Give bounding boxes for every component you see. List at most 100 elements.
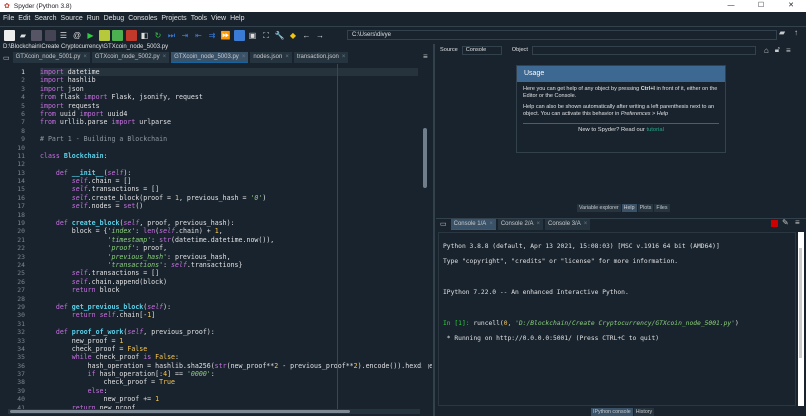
close-tab-icon[interactable]: × [242, 54, 246, 60]
save-all-icon[interactable] [44, 29, 56, 41]
open-file-icon[interactable]: ▰ [18, 30, 29, 41]
tab-history[interactable]: History [633, 408, 655, 416]
preferences-icon[interactable]: 🔧 [274, 30, 285, 41]
line-number: 18 [17, 210, 25, 219]
close-tab-icon[interactable]: × [83, 54, 87, 60]
menu-run[interactable]: Run [87, 15, 100, 22]
close-tab-icon[interactable]: × [163, 54, 167, 60]
minimize-button[interactable]: — [716, 0, 746, 12]
divider [523, 123, 719, 124]
menu-help[interactable]: Help [230, 15, 244, 22]
home-icon[interactable]: ⌂ [764, 46, 769, 55]
clear-console-icon[interactable]: ✎ [782, 218, 789, 227]
line-number: 35 [17, 353, 25, 362]
browse-tabs-icon[interactable]: ▭ [3, 54, 10, 62]
close-tab-icon[interactable]: × [537, 221, 541, 227]
menu-debug[interactable]: Debug [104, 15, 125, 22]
step-into-icon[interactable]: ⇥ [180, 30, 191, 41]
tab-console-3[interactable]: Console 3/A × [545, 218, 591, 230]
python-path-icon[interactable]: ◆ [288, 30, 299, 41]
menu-projects[interactable]: Projects [161, 15, 186, 22]
close-button[interactable]: ✕ [776, 0, 806, 12]
working-directory-input[interactable]: C:\Users\divye [347, 30, 777, 40]
close-tab-icon[interactable]: × [584, 221, 588, 227]
rerun-icon[interactable]: ↻ [153, 30, 164, 41]
close-tab-icon[interactable]: × [342, 54, 346, 60]
line-number: 5 [21, 101, 25, 110]
tutorial-link[interactable]: tutorial [646, 127, 663, 133]
stop-kernel-icon[interactable] [771, 220, 778, 227]
tab-gtxcoin-5002[interactable]: GTXcoin_node_5002.py × [91, 52, 170, 63]
code-editor[interactable]: 1 2 3 4 5 6 7 8 9 10 11 12 13 14 15 16 17 18 19 20 21 22 23 24 2… [0, 64, 432, 409]
tab-gtxcoin-5003[interactable]: GTXcoin_node_5003.py × [171, 52, 249, 63]
browse-folder-icon[interactable]: ▰ [779, 28, 785, 37]
lock-icon[interactable]: 🔓︎ [775, 45, 780, 55]
menu-consoles[interactable]: Consoles [128, 15, 157, 22]
continue-icon[interactable]: ⇉ [207, 30, 218, 41]
back-icon[interactable]: ← [301, 30, 312, 41]
object-input[interactable] [531, 45, 756, 55]
tab-files[interactable]: Files [654, 204, 670, 212]
run-cell-icon[interactable] [98, 29, 110, 41]
tab-ipython-console[interactable]: IPython console [591, 408, 633, 416]
new-file-icon[interactable] [4, 29, 15, 41]
step-icon[interactable]: ⏭ [166, 30, 177, 41]
step-return-icon[interactable]: ⇤ [193, 30, 204, 41]
close-tab-icon[interactable]: × [285, 54, 289, 60]
tab-transaction-json[interactable]: transaction.json × [293, 52, 349, 63]
console-options-icon[interactable]: ≡ [795, 218, 800, 227]
browse-tabs-icon[interactable]: ▭ [440, 220, 447, 228]
debug-icon[interactable]: ◧ [139, 30, 150, 41]
tab-nodes-json[interactable]: nodes.json × [250, 52, 292, 63]
tab-console-1[interactable]: Console 1/A × [450, 218, 496, 230]
console-tabs: ▭ Console 1/A × Console 2/A × Console 3/A × [436, 218, 806, 230]
menu-edit[interactable]: Edit [18, 15, 30, 22]
tab-plots[interactable]: Plots [637, 204, 654, 212]
tab-console-2[interactable]: Console 2/A × [497, 218, 544, 230]
code-content[interactable]: import datetime import hashlib import json… [40, 68, 432, 409]
maximize-button[interactable]: ☐ [746, 0, 776, 12]
menu-search[interactable]: Search [34, 15, 56, 22]
close-tab-icon[interactable]: × [489, 221, 493, 227]
editor-vertical-scroll-thumb[interactable] [423, 128, 427, 188]
fast-forward-icon[interactable]: ⏩ [220, 30, 231, 41]
maximize-pane-icon[interactable]: ▣ [247, 30, 258, 41]
menu-source[interactable]: Source [61, 15, 83, 22]
fullscreen-icon[interactable]: ⛶ [261, 30, 272, 41]
console-scroll-thumb[interactable] [799, 248, 802, 358]
line-number: 30 [17, 311, 25, 320]
help-options-icon[interactable]: ≡ [786, 46, 791, 55]
save-icon[interactable] [31, 29, 42, 41]
menu-tools[interactable]: Tools [191, 15, 207, 22]
console-line: IPython 7.22.0 -- An enhanced Interactiv… [443, 289, 629, 297]
ipython-console[interactable]: Python 3.8.8 (default, Apr 13 2021, 15:0… [438, 232, 796, 406]
line-number: 19 [17, 219, 25, 228]
source-select[interactable]: Console [461, 45, 502, 55]
line-number: 33 [17, 336, 25, 345]
code-line: import json [40, 84, 84, 93]
line-number: 29 [17, 302, 25, 311]
outline-icon[interactable]: ☰ [58, 30, 69, 41]
window-title: Spyder (Python 3.8) [13, 2, 72, 10]
menu-view[interactable]: View [211, 15, 226, 22]
menu-file[interactable]: File [3, 15, 14, 22]
editor-vertical-scrollbar[interactable] [422, 70, 428, 405]
code-line: check_proof = True [40, 378, 175, 387]
run-cell-advance-icon[interactable] [112, 29, 123, 41]
run-selection-icon[interactable] [125, 29, 137, 41]
at-icon[interactable]: @ [72, 30, 83, 41]
forward-icon[interactable]: → [315, 30, 326, 41]
stop-icon[interactable] [233, 29, 245, 41]
editor-horizontal-scroll-thumb[interactable] [10, 410, 350, 413]
tab-variable-explorer[interactable]: Variable explorer [577, 204, 621, 212]
parent-directory-icon[interactable]: ↑ [794, 28, 798, 37]
pane-splitter[interactable] [433, 44, 435, 416]
run-icon[interactable]: ▶ [85, 30, 96, 41]
tab-help[interactable]: Help [621, 204, 637, 212]
tab-gtxcoin-5001[interactable]: GTXcoin_node_5001.py × [12, 52, 90, 63]
line-number: 2 [21, 76, 25, 85]
editor-options-icon[interactable]: ≡ [423, 52, 428, 61]
